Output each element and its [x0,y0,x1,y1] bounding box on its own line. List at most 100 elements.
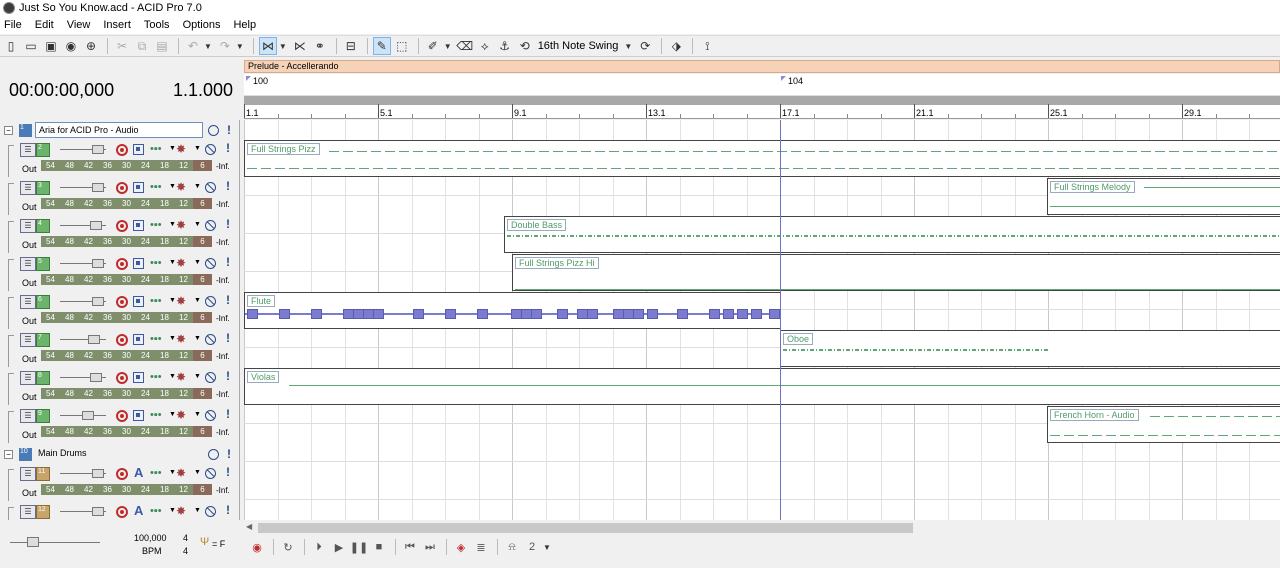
settings-dropdown-icon[interactable]: ▼ [194,145,201,152]
record-arm-icon[interactable] [116,182,128,194]
solo-icon[interactable]: ! [226,407,230,421]
fx-dropdown-icon[interactable]: ▼ [169,469,176,476]
master-volume-slider[interactable] [10,542,100,543]
tempo-marker-flag-icon[interactable] [781,76,786,81]
fx-chain-icon[interactable]: •▪• [150,333,162,345]
draw-tool-icon[interactable]: ✎ [372,37,391,55]
mute-icon[interactable] [205,296,216,307]
fx-chain-icon[interactable]: •▪• [150,295,162,307]
paint-tool-icon[interactable]: ✐ [424,37,442,55]
track-type-icon[interactable]: ☰ [20,467,36,481]
groove-swing-label[interactable]: 16th Note Swing [538,40,619,52]
settings-gear-icon[interactable]: ✸ [176,370,186,384]
scrollbar-thumb[interactable] [258,523,913,533]
fx-chain-icon[interactable]: •▪• [150,181,162,193]
folder-name[interactable]: Main Drums [35,446,203,462]
folder-name[interactable]: Aria for ACID Pro - Audio [35,122,203,138]
menu-tools[interactable]: Tools [144,19,170,31]
snap-dropdown-icon[interactable]: ▼ [279,42,287,51]
track-header[interactable]: ☰ 3 •▪• ▼ ✸ ▼ ! Out 54 48 42 36 30 24 18 12 6 -I… [0,178,239,216]
input-monitor-icon[interactable] [133,144,144,155]
menu-options[interactable]: Options [183,19,221,31]
fx-dropdown-icon[interactable]: ▼ [169,373,176,380]
track-type-icon[interactable]: ☰ [20,409,36,423]
mute-icon[interactable] [205,506,216,517]
settings-dropdown-icon[interactable]: ▼ [194,335,201,342]
collapse-toggle-icon[interactable]: − [4,125,13,135]
settings-dropdown-icon[interactable]: ▼ [194,411,201,418]
metronome-icon[interactable]: ◈ [452,538,470,556]
settings-gear-icon[interactable]: ✸ [176,466,186,480]
solo-icon[interactable]: ! [226,465,230,479]
record-arm-icon[interactable] [116,410,128,422]
fx-dropdown-icon[interactable]: ▼ [169,259,176,266]
menu-help[interactable]: Help [233,19,256,31]
fx-dropdown-icon[interactable]: ▼ [169,335,176,342]
settings-dropdown-icon[interactable]: ▼ [194,373,201,380]
settings-dropdown-icon[interactable]: ▼ [194,221,201,228]
mute-icon[interactable] [205,258,216,269]
loop-playback-icon[interactable]: ↻ [279,538,297,556]
input-monitor-icon[interactable] [133,220,144,231]
audio-event[interactable]: Full Strings Pizz Hi [512,254,1280,291]
playhead-cursor[interactable] [780,120,781,520]
count-in-dropdown-icon[interactable]: ▼ [543,543,551,552]
zoom-tool-icon[interactable]: ⬗ [667,37,685,55]
envelope-tool-icon[interactable]: ⟡ [476,37,494,55]
play-icon[interactable]: ▶ [330,538,348,556]
open-folder-icon[interactable]: ▭ [22,37,40,55]
mute-icon[interactable] [205,410,216,421]
settings-gear-icon[interactable]: ✸ [176,504,186,518]
cut-icon[interactable]: ✂ [113,37,131,55]
tempo-value[interactable]: 100,000 [134,533,167,543]
solo-icon[interactable]: ! [227,123,231,137]
mute-icon[interactable] [205,372,216,383]
volume-slider-thumb[interactable] [82,411,94,420]
fx-dropdown-icon[interactable]: ▼ [169,145,176,152]
fx-dropdown-icon[interactable]: ▼ [169,183,176,190]
fx-chain-icon[interactable]: •▪• [150,409,162,421]
volume-slider-thumb[interactable] [88,335,100,344]
track-header[interactable]: ☰ 12 A •▪• ▼ ✸ ▼ ! [0,502,239,520]
solo-icon[interactable]: ! [227,447,231,461]
volume-slider-thumb[interactable] [92,145,104,154]
settings-gear-icon[interactable]: ✸ [176,332,186,346]
fx-dropdown-icon[interactable]: ▼ [169,411,176,418]
project-key[interactable]: = F [212,539,225,549]
track-header[interactable]: ☰ 4 •▪• ▼ ✸ ▼ ! Out 54 48 42 36 30 24 18 12 6 -I… [0,216,239,254]
input-monitor-icon[interactable] [133,182,144,193]
track-header[interactable]: ☰ 9 •▪• ▼ ✸ ▼ ! Out 54 48 42 36 30 24 18 12 6 -I… [0,406,239,444]
count-in-icon[interactable]: 2 [523,538,541,556]
mute-icon[interactable] [208,124,219,136]
track-header[interactable]: ☰ 5 •▪• ▼ ✸ ▼ ! Out 54 48 42 36 30 24 18 12 6 -I… [0,254,239,292]
track-type-icon[interactable]: ☰ [20,257,36,271]
horizontal-scrollbar[interactable]: ◀ [244,521,1280,533]
pause-icon[interactable]: ❚❚ [350,538,368,556]
track-header[interactable]: ☰ 11 A •▪• ▼ ✸ ▼ ! Out 54 48 42 36 30 24 18 12 6… [0,464,239,502]
solo-icon[interactable]: ! [226,179,230,193]
track-type-icon[interactable]: ☰ [20,333,36,347]
fx-chain-icon[interactable]: •▪• [150,143,162,155]
folder-track-header[interactable]: − 1 Aria for ACID Pro - Audio ! [0,121,239,139]
record-arm-icon[interactable] [116,296,128,308]
track-type-icon[interactable]: ☰ [20,181,36,195]
master-volume-thumb[interactable] [27,537,39,547]
track-header[interactable]: ☰ 2 •▪• ▼ ✸ ▼ ! Out 54 48 42 36 30 24 18 12 6 -I… [0,140,239,178]
paint-dropdown-icon[interactable]: ▼ [444,42,452,51]
help-pointer-icon[interactable]: ⟟ [698,37,716,55]
solo-icon[interactable]: ! [226,293,230,307]
input-monitor-icon[interactable] [133,258,144,269]
settings-gear-icon[interactable]: ✸ [176,180,186,194]
audio-event[interactable]: Double Bass [504,216,1280,253]
menu-file[interactable]: File [4,19,22,31]
selection-tool-icon[interactable]: ⬚ [393,37,411,55]
volume-slider-thumb[interactable] [92,183,104,192]
fx-dropdown-icon[interactable]: ▼ [169,507,176,514]
volume-slider-thumb[interactable] [92,259,104,268]
erase-tool-icon[interactable]: ⌫ [456,37,474,55]
input-monitor-icon[interactable] [133,334,144,345]
fx-chain-icon[interactable]: •▪• [150,257,162,269]
volume-slider-thumb[interactable] [90,373,102,382]
fx-chain-icon[interactable]: •▪• [150,371,162,383]
copy-icon[interactable]: ⧉ [133,37,151,55]
